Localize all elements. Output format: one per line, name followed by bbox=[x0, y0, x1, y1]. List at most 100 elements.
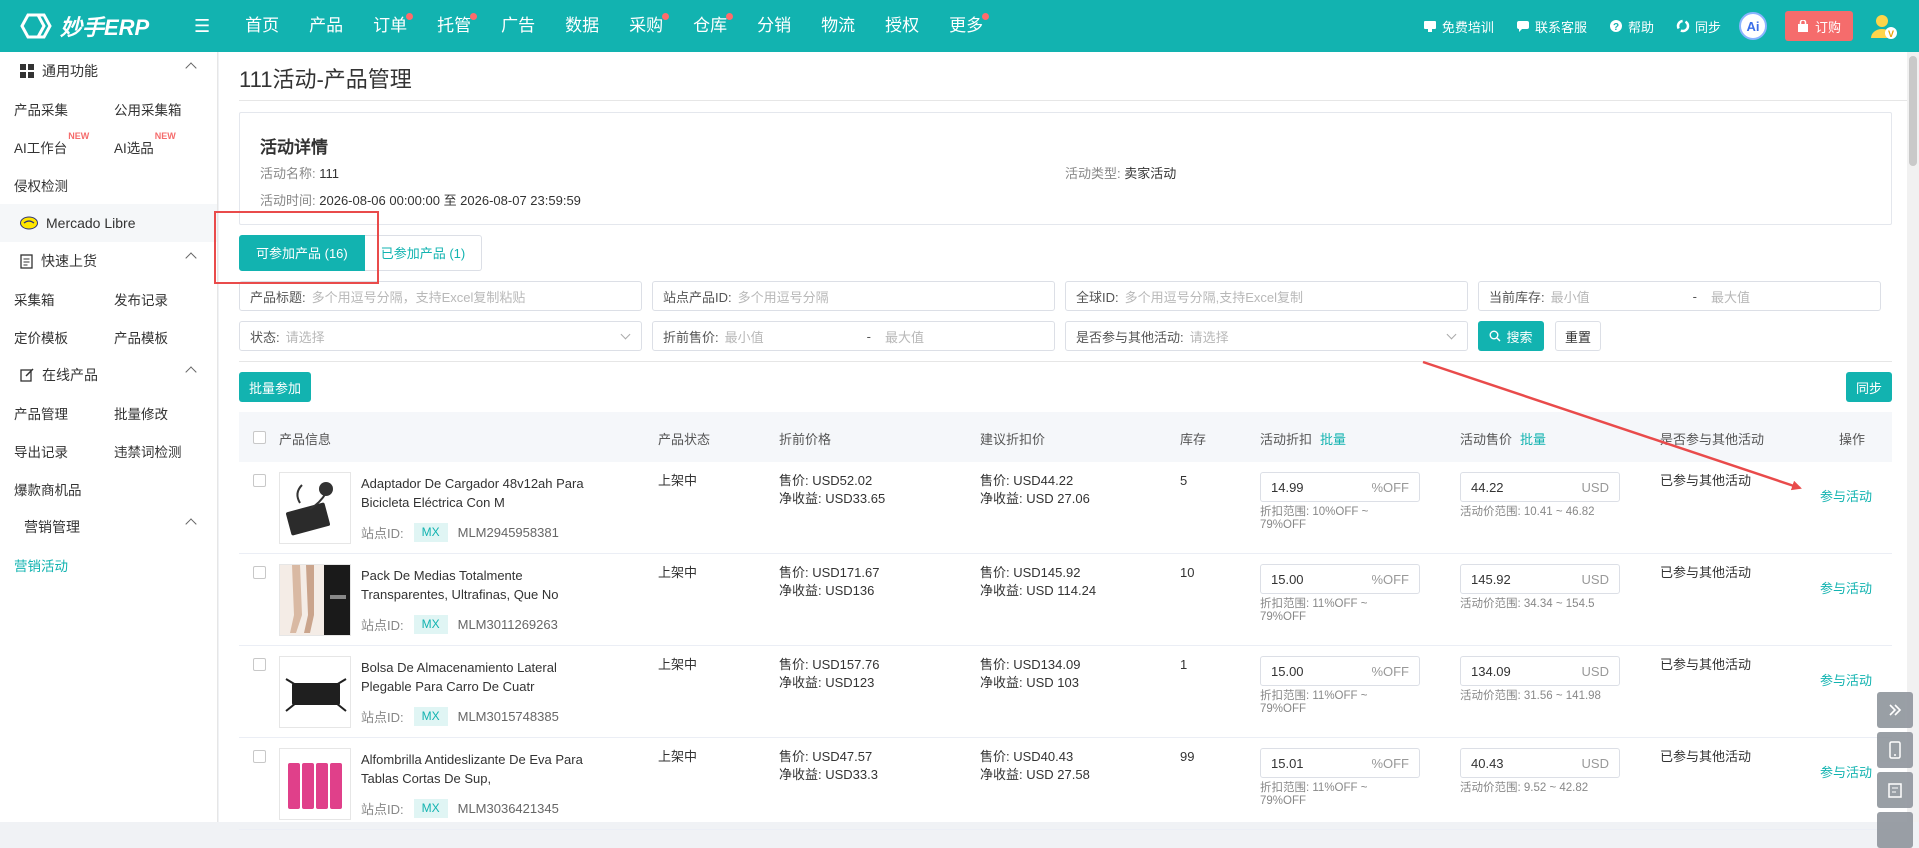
other-activity-select[interactable]: 是否参与其他活动: 请选择 bbox=[1065, 321, 1468, 351]
discount-input[interactable]: 15.00 %OFF bbox=[1260, 564, 1420, 594]
collapse-float-button[interactable] bbox=[1877, 692, 1913, 728]
join-activity-link[interactable]: 参与活动 bbox=[1820, 670, 1872, 689]
nav-item[interactable]: 物流 bbox=[806, 0, 870, 52]
stock-max-input[interactable]: 最大值 bbox=[1705, 287, 1750, 306]
sidebar-item-ai-workbench[interactable]: AI工作台 NEW bbox=[14, 131, 114, 157]
feedback-float-button[interactable] bbox=[1877, 772, 1913, 808]
nav-item-label: 授权 bbox=[885, 16, 920, 35]
sidebar-group-online[interactable]: 在线产品 bbox=[0, 356, 217, 394]
order-button[interactable]: 订购 bbox=[1784, 11, 1853, 41]
mobile-float-button[interactable] bbox=[1877, 732, 1913, 768]
sidebar-item-public-collect[interactable]: 公用采集箱 bbox=[114, 99, 214, 119]
sidebar-item-batch-edit[interactable]: 批量修改 bbox=[114, 403, 214, 423]
nav-item[interactable]: 订单 bbox=[358, 0, 422, 52]
sidebar-item-banned-words[interactable]: 违禁词检测 bbox=[114, 441, 214, 461]
price-max-input[interactable]: 最大值 bbox=[879, 327, 924, 346]
batch-join-button[interactable]: 批量参加 bbox=[239, 372, 311, 402]
main-content: 111活动-产品管理 活动详情 活动名称: 111 活动类型: 卖家活动 活动时… bbox=[219, 52, 1919, 848]
sidebar-item-marketing-activity[interactable]: 营销活动 bbox=[14, 555, 114, 575]
product-thumbnail[interactable] bbox=[279, 564, 351, 636]
site-product-id: MLM3015748385 bbox=[457, 709, 559, 724]
nav-item[interactable]: 产品 bbox=[294, 0, 358, 52]
activity-price-input[interactable]: 40.43 USD bbox=[1460, 748, 1620, 778]
sidebar-group-quick[interactable]: 快速上货 bbox=[0, 242, 217, 280]
batch-price-link[interactable]: 批量 bbox=[1520, 432, 1546, 447]
row-checkbox[interactable] bbox=[253, 750, 266, 763]
product-title[interactable]: Alfombrilla Antideslizante De Eva Para T… bbox=[361, 750, 601, 788]
activity-price-value: 145.92 bbox=[1471, 571, 1511, 587]
support-link[interactable]: 联系客服 bbox=[1516, 17, 1587, 36]
mercado-libre-icon bbox=[20, 216, 38, 230]
tab-joined-products[interactable]: 已参加产品 (1) bbox=[364, 235, 483, 271]
more-float-button[interactable] bbox=[1877, 812, 1913, 848]
scrollbar-thumb[interactable] bbox=[1909, 56, 1917, 166]
product-thumbnail[interactable] bbox=[279, 748, 351, 820]
price-range-filter[interactable]: 折前售价: 最小值 - 最大值 bbox=[652, 321, 1055, 351]
row-checkbox[interactable] bbox=[253, 474, 266, 487]
sidebar-group-common[interactable]: 通用功能 bbox=[0, 52, 217, 90]
sidebar-item-infringement[interactable]: 侵权检测 bbox=[14, 175, 114, 195]
stock-value: 5 bbox=[1180, 473, 1188, 488]
product-status: 上架中 bbox=[658, 749, 698, 764]
discount-value: 15.01 bbox=[1271, 755, 1304, 771]
nav-item[interactable]: 首页 bbox=[230, 0, 294, 52]
row-checkbox[interactable] bbox=[253, 658, 266, 671]
sidebar-item-collect[interactable]: 产品采集 bbox=[14, 99, 114, 119]
sync-button[interactable]: 同步 bbox=[1846, 372, 1892, 402]
price-min-input[interactable]: 最小值 bbox=[719, 327, 859, 346]
stock-min-input[interactable]: 最小值 bbox=[1545, 287, 1685, 306]
sidebar-item-hot-items[interactable]: 爆款商机品 bbox=[14, 479, 114, 499]
status-select[interactable]: 状态: 请选择 bbox=[239, 321, 642, 351]
nav-item[interactable]: 仓库 bbox=[678, 0, 742, 52]
discount-input[interactable]: 15.01 %OFF bbox=[1260, 748, 1420, 778]
join-activity-link[interactable]: 参与活动 bbox=[1820, 486, 1872, 505]
nav-item[interactable]: 授权 bbox=[870, 0, 934, 52]
edit-note-icon bbox=[1887, 782, 1902, 798]
product-title[interactable]: Adaptador De Cargador 48v12ah Para Bicic… bbox=[361, 474, 601, 512]
select-all-checkbox[interactable] bbox=[253, 431, 266, 444]
discount-input[interactable]: 15.00 %OFF bbox=[1260, 656, 1420, 686]
sidebar-item-publish-log[interactable]: 发布记录 bbox=[114, 289, 214, 309]
training-link[interactable]: 免费培训 bbox=[1423, 17, 1494, 36]
batch-discount-link[interactable]: 批量 bbox=[1320, 432, 1346, 447]
product-title[interactable]: Bolsa De Almacenamiento Lateral Plegable… bbox=[361, 658, 601, 696]
sync-link[interactable]: 同步 bbox=[1676, 17, 1721, 36]
ai-assistant-button[interactable]: Ai bbox=[1738, 12, 1767, 40]
menu-toggle-icon[interactable]: ☰ bbox=[194, 16, 210, 37]
discount-input[interactable]: 14.99 %OFF bbox=[1260, 472, 1420, 502]
sidebar-item-ai-select[interactable]: AI选品 NEW bbox=[114, 131, 214, 157]
activity-price-input[interactable]: 134.09 USD bbox=[1460, 656, 1620, 686]
discount-range: 折扣范围: 11%OFF ~79%OFF bbox=[1260, 598, 1367, 624]
product-title[interactable]: Pack De Medias Totalmente Transparentes,… bbox=[361, 566, 601, 604]
sidebar-item-product-template[interactable]: 产品模板 bbox=[114, 327, 214, 347]
sidebar-group-marketing[interactable]: 营销管理 bbox=[0, 508, 217, 546]
nav-item[interactable]: 托管 bbox=[422, 0, 486, 52]
product-title-filter[interactable]: 产品标题: 多个用逗号分隔，支持Excel复制粘贴 bbox=[239, 281, 642, 311]
sidebar-item-export-log[interactable]: 导出记录 bbox=[14, 441, 114, 461]
global-id-filter[interactable]: 全球ID: 多个用逗号分隔,支持Excel复制 bbox=[1065, 281, 1468, 311]
filter-placeholder: 多个用逗号分隔，支持Excel复制粘贴 bbox=[311, 289, 526, 305]
site-product-id-filter[interactable]: 站点产品ID: 多个用逗号分隔 bbox=[652, 281, 1055, 311]
help-link[interactable]: ? 帮助 bbox=[1609, 17, 1654, 36]
stock-range-filter[interactable]: 当前库存: 最小值 - 最大值 bbox=[1478, 281, 1881, 311]
nav-item[interactable]: 更多 bbox=[934, 0, 998, 52]
user-avatar[interactable]: V bbox=[1869, 12, 1897, 40]
search-button[interactable]: 搜索 bbox=[1478, 321, 1544, 351]
nav-item[interactable]: 采购 bbox=[614, 0, 678, 52]
join-activity-link[interactable]: 参与活动 bbox=[1820, 578, 1872, 597]
sidebar-item-collect-box[interactable]: 采集箱 bbox=[14, 289, 114, 309]
product-thumbnail[interactable] bbox=[279, 472, 351, 544]
reset-button[interactable]: 重置 bbox=[1555, 321, 1601, 351]
row-checkbox[interactable] bbox=[253, 566, 266, 579]
activity-price-input[interactable]: 145.92 USD bbox=[1460, 564, 1620, 594]
activity-price-input[interactable]: 44.22 USD bbox=[1460, 472, 1620, 502]
platform-switch[interactable]: Mercado Libre bbox=[0, 204, 217, 242]
join-activity-link[interactable]: 参与活动 bbox=[1820, 762, 1872, 781]
sidebar-item-pricing-template[interactable]: 定价模板 bbox=[14, 327, 114, 347]
nav-item[interactable]: 分销 bbox=[742, 0, 806, 52]
product-thumbnail[interactable] bbox=[279, 656, 351, 728]
nav-item[interactable]: 广告 bbox=[486, 0, 550, 52]
app-logo[interactable]: 妙手ERP bbox=[0, 10, 190, 42]
nav-item[interactable]: 数据 bbox=[550, 0, 614, 52]
sidebar-item-product-manage[interactable]: 产品管理 bbox=[14, 403, 114, 423]
